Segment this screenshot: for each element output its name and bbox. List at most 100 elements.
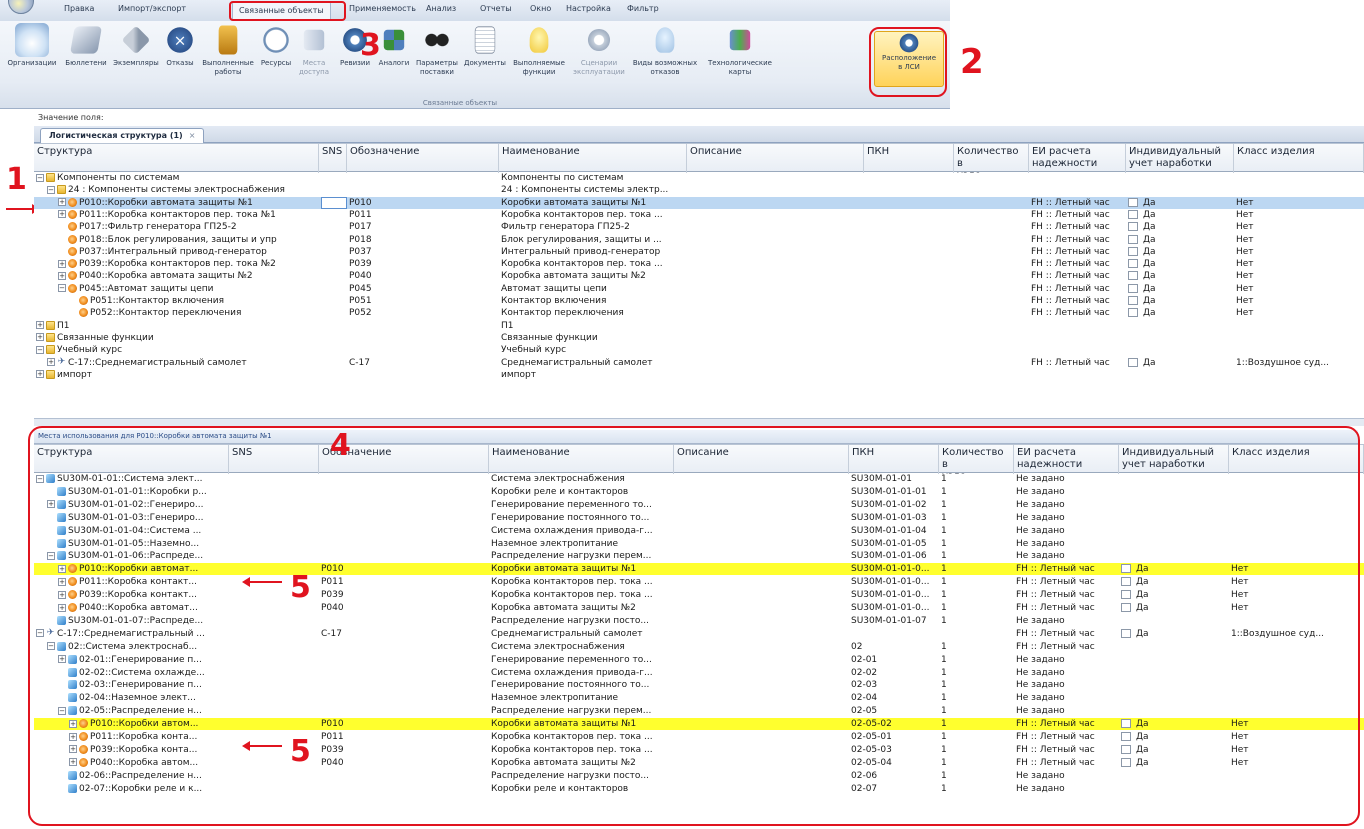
individual-accounting-checkbox[interactable] <box>1128 357 1138 367</box>
expand-icon[interactable]: + <box>58 590 66 599</box>
table-row[interactable]: +02-01::Генерирование п... Генерирование … <box>34 654 1364 666</box>
table-row[interactable]: P052::Контактор переключения P052 Контакто… <box>34 307 1364 319</box>
close-icon[interactable]: × <box>189 131 196 140</box>
tab-applicability[interactable]: Применяемость <box>349 4 416 13</box>
tab-window[interactable]: Окно <box>530 4 551 13</box>
table-row[interactable]: SU30M-01-01-03::Генериро... Генерирование… <box>34 512 1364 524</box>
sns-edit-cell[interactable] <box>321 196 347 209</box>
failures-button[interactable]: × Отказы <box>160 23 200 68</box>
access-places-button[interactable]: Места доступа <box>294 23 334 77</box>
table-row[interactable]: + SU30M-01-01-02::Генериро... Генерировани… <box>34 499 1364 511</box>
expand-icon[interactable]: + <box>36 321 44 330</box>
application-menu-button[interactable] <box>0 0 36 18</box>
table-row[interactable]: + ✈ С-17::Среднемагистральный самолет С-17 С… <box>34 357 1364 369</box>
table-row[interactable]: SU30M-01-01-05::Наземно... Наземное элект… <box>34 538 1364 550</box>
performed-functions-button[interactable]: Выполняемые функции <box>508 23 570 77</box>
resources-button[interactable]: Ресурсы <box>256 23 296 68</box>
table-row[interactable]: + P010::Коробки автомата защиты №1 P010 Кор… <box>34 196 1364 209</box>
table-row[interactable]: 02-02::Система охлажде... Система охлажде… <box>34 667 1364 679</box>
table-row[interactable]: + P010::Коробки автомат... P010 Коробки авт… <box>34 563 1364 576</box>
table-row[interactable]: + P011::Коробка контакторов пер. тока №1 P… <box>34 209 1364 221</box>
table-row[interactable]: P017::Фильтр генератора ГП25-2 P017 Фильтр… <box>34 221 1364 233</box>
individual-accounting-checkbox[interactable] <box>1128 271 1138 281</box>
table-row[interactable]: − Компоненты по системам Компоненты по сис… <box>34 172 1364 184</box>
table-row[interactable]: + P010::Коробки автом... P010 Коробки автом… <box>34 718 1364 731</box>
table-row[interactable]: − SU30M-01-01::Система элект... Система эл… <box>34 473 1364 485</box>
individual-accounting-checkbox[interactable] <box>1121 577 1131 587</box>
table-row[interactable]: + P039::Коробка контакт... P039 Коробка кон… <box>34 589 1364 601</box>
header-col-pkn[interactable]: ПКН <box>849 445 939 474</box>
table-row[interactable]: 02-03::Генерирование п... Генерирование п… <box>34 679 1364 691</box>
expand-icon[interactable]: + <box>58 210 66 219</box>
collapse-icon[interactable]: − <box>36 629 44 638</box>
expand-icon[interactable]: + <box>69 719 77 728</box>
header-col-ind[interactable]: Индивидуальный учет наработки <box>1119 445 1229 474</box>
header-col-structure[interactable]: Структура <box>34 144 319 173</box>
tab-analysis[interactable]: Анализ <box>426 4 456 13</box>
header-col-cls[interactable]: Класс изделия <box>1234 144 1364 173</box>
header-col-code[interactable]: Обозначение <box>347 144 499 173</box>
expand-icon[interactable]: + <box>58 259 66 268</box>
table-row[interactable]: − 24 : Компоненты системы электроснабжени… <box>34 184 1364 196</box>
table-row[interactable]: + P040::Коробка автомата защиты №2 P040 Кор… <box>34 270 1364 282</box>
individual-accounting-checkbox[interactable] <box>1128 283 1138 293</box>
header-col-cls[interactable]: Класс изделия <box>1229 445 1364 474</box>
table-row[interactable]: − 02-05::Распределение н... Распределение … <box>34 705 1364 717</box>
individual-accounting-checkbox[interactable] <box>1121 564 1131 574</box>
collapse-icon[interactable]: − <box>36 173 44 182</box>
collapse-icon[interactable]: − <box>58 706 66 715</box>
collapse-icon[interactable]: − <box>36 345 44 354</box>
expand-icon[interactable]: + <box>58 655 66 664</box>
expand-icon[interactable]: + <box>58 577 66 586</box>
table-row[interactable]: − ✈ С-17::Среднемагистральный ... С-17 Средн… <box>34 628 1364 640</box>
table-row[interactable]: + P040::Коробка автом... P040 Коробка автом… <box>34 757 1364 769</box>
header-col-pkn[interactable]: ПКН <box>864 144 954 173</box>
header-col-structure[interactable]: Структура <box>34 445 229 474</box>
tech-cards-button[interactable]: Технологические карты <box>700 23 780 77</box>
collapse-icon[interactable]: − <box>47 551 55 560</box>
header-col-desc[interactable]: Описание <box>674 445 849 474</box>
individual-accounting-checkbox[interactable] <box>1128 222 1138 232</box>
collapse-icon[interactable]: − <box>47 185 55 194</box>
delivery-parameters-button[interactable]: Параметры поставки <box>412 23 462 77</box>
individual-accounting-checkbox[interactable] <box>1128 197 1138 207</box>
table-row[interactable]: + P039::Коробка контакторов пер. тока №2 P… <box>34 258 1364 270</box>
individual-accounting-checkbox[interactable] <box>1121 719 1131 729</box>
collapse-icon[interactable]: − <box>58 284 66 293</box>
header-col-desc[interactable]: Описание <box>687 144 864 173</box>
header-col-ind[interactable]: Индивидуальный учет наработки <box>1126 144 1234 173</box>
table-row[interactable]: P018::Блок регулирования, защиты и упр P0… <box>34 234 1364 246</box>
collapse-icon[interactable]: − <box>47 642 55 651</box>
table-row[interactable]: 02-07::Коробки реле и к... Коробки реле и… <box>34 783 1364 795</box>
expand-icon[interactable]: + <box>58 564 66 573</box>
bulletins-button[interactable]: Бюллетени <box>62 23 110 68</box>
header-col-sns[interactable]: SNS <box>229 445 319 474</box>
table-row[interactable]: − Учебный курс Учебный курс <box>34 344 1364 356</box>
table-row[interactable]: + Связанные функции Связанные функции <box>34 332 1364 344</box>
tab-reports[interactable]: Отчеты <box>480 4 512 13</box>
table-row[interactable]: 02-06::Распределение н... Распределение н… <box>34 770 1364 782</box>
instances-button[interactable]: Экземпляры <box>110 23 162 68</box>
table-row[interactable]: 02-04::Наземное элект... Наземное электро… <box>34 692 1364 704</box>
expand-icon[interactable]: + <box>47 500 55 509</box>
header-col-qty[interactable]: Количество в узле <box>939 445 1014 474</box>
table-row[interactable]: + импорт импорт <box>34 369 1364 381</box>
table-row[interactable]: + П1 П1 <box>34 320 1364 332</box>
tab-edit[interactable]: Правка <box>64 4 94 13</box>
table-row[interactable]: − P045::Автомат защиты цепи P045 Автомат за… <box>34 283 1364 295</box>
individual-accounting-checkbox[interactable] <box>1121 732 1131 741</box>
expand-icon[interactable]: + <box>69 732 77 741</box>
table-row[interactable]: + P011::Коробка контакт... P011 Коробка кон… <box>34 576 1364 588</box>
table-row[interactable]: P037::Интегральный привод-генератор P037 И… <box>34 246 1364 258</box>
collapse-icon[interactable]: − <box>36 474 44 483</box>
header-col-ei[interactable]: ЕИ расчета надежности <box>1029 144 1126 173</box>
tab-import-export[interactable]: Импорт/экспорт <box>118 4 186 13</box>
failure-kinds-button[interactable]: Виды возможных отказов <box>626 23 704 77</box>
expand-icon[interactable]: + <box>36 333 44 342</box>
individual-accounting-checkbox[interactable] <box>1128 308 1138 318</box>
individual-accounting-checkbox[interactable] <box>1128 209 1138 219</box>
table-row[interactable]: − 02::Система электроснаб... Система элект… <box>34 641 1364 653</box>
tab-logistics-structure[interactable]: Логистическая структура (1) × <box>40 128 205 143</box>
table-row[interactable]: SU30M-01-01-04::Система ... Система охлаж… <box>34 525 1364 537</box>
operation-scenarios-button[interactable]: Сценарии эксплуатации <box>570 23 628 77</box>
